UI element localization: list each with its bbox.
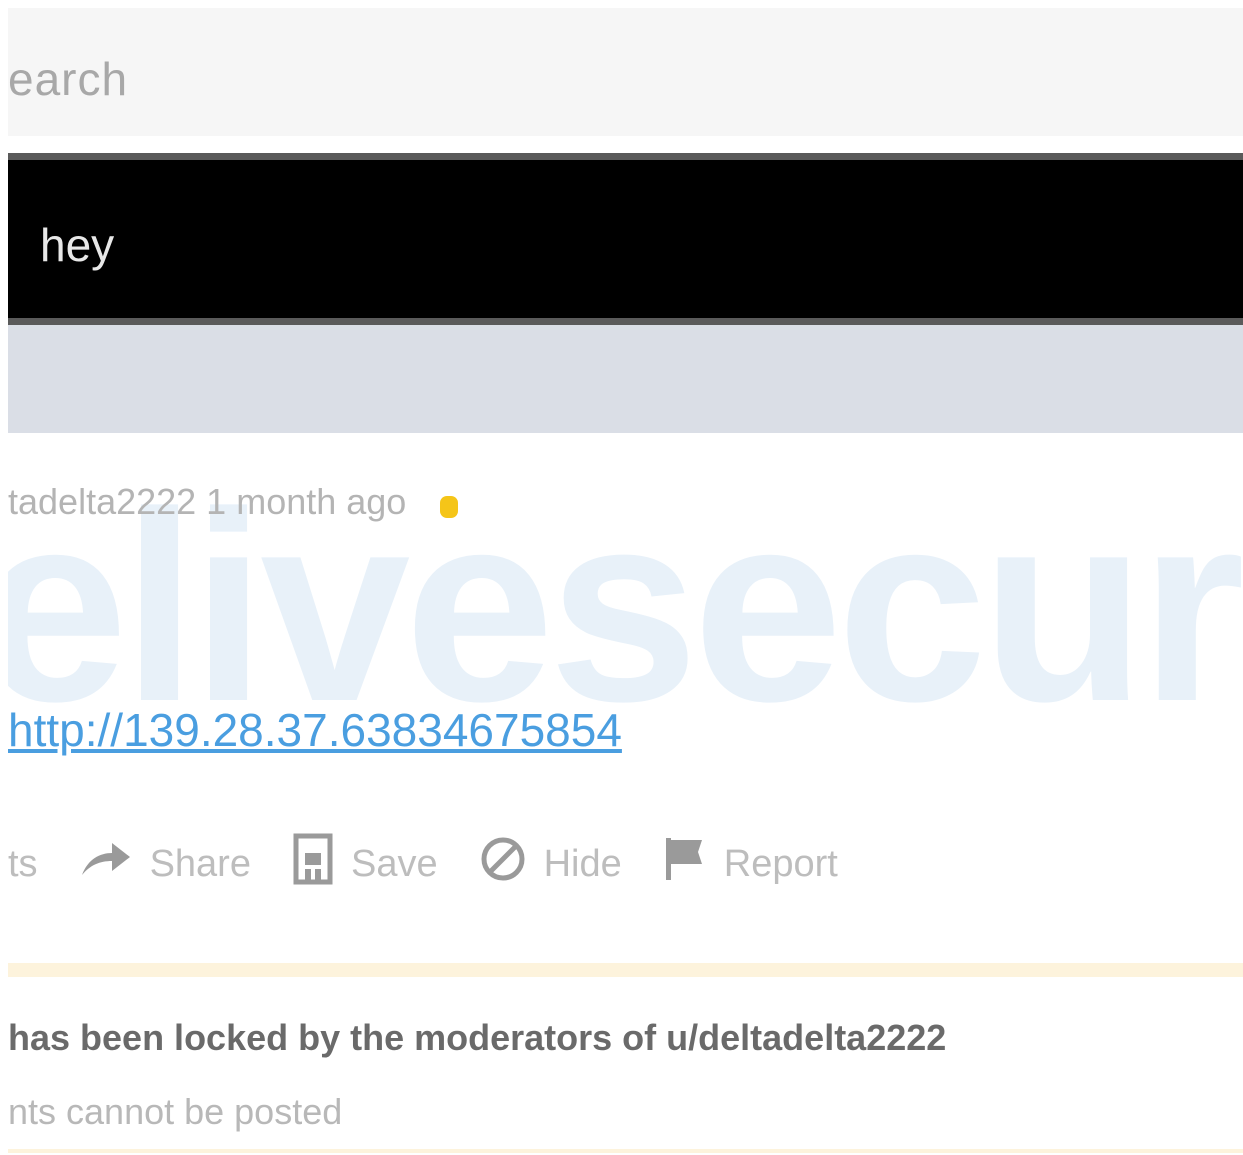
share-button[interactable]: Share xyxy=(80,841,251,887)
hide-label: Hide xyxy=(543,842,622,885)
header-band xyxy=(8,325,1243,433)
report-label: Report xyxy=(723,842,838,885)
search-input-text[interactable]: earch xyxy=(8,52,128,106)
comments-button[interactable]: ts xyxy=(8,843,38,886)
save-label: Save xyxy=(350,842,438,885)
locked-notice-subtitle: nts cannot be posted xyxy=(8,1091,343,1132)
report-button[interactable]: Report xyxy=(664,836,838,892)
post-author-time: tadelta2222 1 month ago xyxy=(8,481,407,522)
page: earch hey elivesecur tadelta2222 1 month… xyxy=(0,0,1243,1155)
locked-notice-title: has been locked by the moderators of u/d… xyxy=(8,1017,947,1058)
hide-icon xyxy=(480,836,526,892)
post-card: elivesecur tadelta2222 1 month ago http:… xyxy=(8,433,1243,1155)
flag-icon xyxy=(664,836,706,892)
bookmark-icon xyxy=(293,833,333,895)
share-icon xyxy=(80,841,132,887)
locked-notice: has been locked by the moderators of u/d… xyxy=(8,963,1243,1153)
hide-button[interactable]: Hide xyxy=(480,836,622,892)
save-button[interactable]: Save xyxy=(293,833,438,895)
search-bar[interactable]: earch xyxy=(8,8,1243,136)
share-label: Share xyxy=(149,842,251,885)
post-actions: ts Share Save Hide Report xyxy=(8,833,880,895)
post-title: hey xyxy=(40,219,115,271)
lock-icon xyxy=(434,487,464,518)
post-meta: tadelta2222 1 month ago xyxy=(8,481,464,523)
comments-label: ts xyxy=(8,842,38,885)
post-title-banner: hey xyxy=(8,153,1243,325)
post-link[interactable]: http://139.28.37.63834675854 xyxy=(8,703,622,757)
